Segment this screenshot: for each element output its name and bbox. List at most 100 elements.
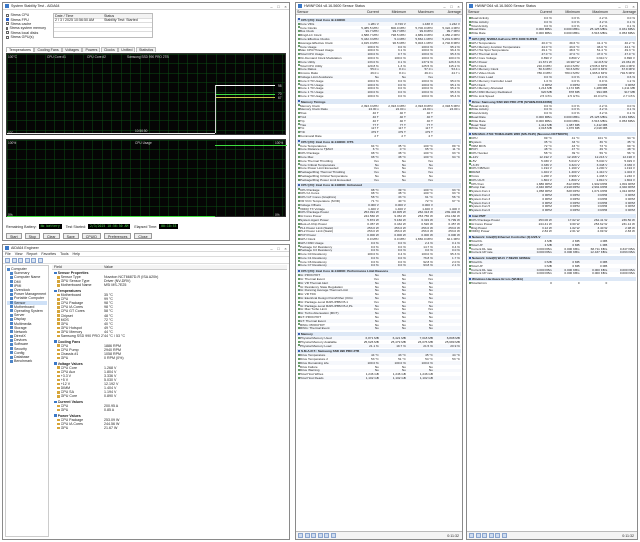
column-maximum[interactable]: Maximum xyxy=(407,10,434,14)
tab-unified[interactable]: Unified xyxy=(118,47,136,52)
sensor-row[interactable]: PCIe Link Speed 2.5 GT/s 2.5 GT/s 16.0 GT/s… xyxy=(468,94,636,98)
column-average[interactable]: Average xyxy=(435,10,462,14)
menu-view[interactable]: View xyxy=(15,252,23,256)
nav-right-icon[interactable] xyxy=(304,533,310,538)
sensor-row[interactable]: Core C7 Residency 0.0 % 0.0 % 93.8 % 2.1 % xyxy=(297,263,461,268)
settings-icon[interactable] xyxy=(488,533,494,538)
sensor-icon xyxy=(468,264,471,267)
tab-powers[interactable]: Powers xyxy=(82,47,101,52)
sensor-row[interactable]: Total Host Reads 1,102 GB 1,102 GB 1,102 GB xyxy=(297,376,461,380)
clear-button[interactable]: Clear xyxy=(43,233,60,239)
tab-statistics[interactable]: Statistics xyxy=(135,47,157,52)
started-value: 2/3/2025 10:56:50 AM xyxy=(87,224,131,229)
column-minimum[interactable]: Minimum xyxy=(380,10,407,14)
cpuid-button[interactable]: CPUID xyxy=(81,233,101,239)
close-icon[interactable] xyxy=(330,533,336,538)
tab-clocks[interactable]: Clocks xyxy=(100,47,118,52)
sensor-row[interactable]: Current UP rate 0.000 KB/s 0.000 KB/s 12.43… xyxy=(468,250,636,254)
reset-icon[interactable] xyxy=(324,533,329,538)
column-current[interactable]: Current xyxy=(525,10,553,14)
minimize-icon[interactable]: – xyxy=(616,4,623,9)
minimize-icon[interactable]: – xyxy=(268,246,275,251)
checkbox[interactable] xyxy=(6,22,9,26)
stop-button[interactable]: Stop xyxy=(24,233,40,239)
nav-right-icon[interactable] xyxy=(475,533,481,538)
column-average[interactable]: Average xyxy=(609,10,637,14)
checkbox[interactable] xyxy=(6,26,8,30)
column-maximum[interactable]: Maximum xyxy=(581,10,609,14)
close-icon[interactable] xyxy=(501,533,507,538)
close-icon[interactable]: × xyxy=(630,4,637,9)
close-icon[interactable]: × xyxy=(282,4,289,9)
back-icon[interactable] xyxy=(5,257,10,263)
menu-file[interactable]: File xyxy=(5,252,11,256)
sensor-row[interactable]: VDDQ Power 2.84 W 2.61 W 2.99 W 2.83 W xyxy=(468,229,636,233)
sensor-icon xyxy=(468,112,471,115)
maximize-icon[interactable]: □ xyxy=(275,246,282,251)
save-button[interactable]: Save xyxy=(62,233,79,239)
sensor-row[interactable]: Core 2 T0 Usage 100.0 % 0.0 % 100.0 % 95.4 % xyxy=(297,94,461,98)
maximize-icon[interactable]: □ xyxy=(623,4,630,9)
menu-report[interactable]: Report xyxy=(27,252,38,256)
section-icon xyxy=(54,362,57,365)
hwinfo1-sensor-list[interactable]: CPU [#0]: Intel Core i9-14900K Core VIDs 1… xyxy=(297,16,461,530)
user-icon[interactable] xyxy=(37,257,43,263)
sensor-icon xyxy=(297,327,300,330)
reset-icon[interactable] xyxy=(495,533,500,538)
hwinfo2-sensor-list[interactable]: Read Activity 0.0 % 0.0 % 2.2 % 0.0 % Write A… xyxy=(468,16,636,530)
up-icon[interactable] xyxy=(18,257,23,263)
checkbox[interactable] xyxy=(6,13,9,17)
sensor-icon xyxy=(297,68,300,71)
sensor-row[interactable]: Write Total 2,018 MB 1,976 MB 2,018 MB xyxy=(468,126,636,130)
sensor-row[interactable]: Write Rate 0.000 MB/s 0.000 MB/s 3.516 MB/s… xyxy=(468,31,636,35)
nav-left-icon[interactable] xyxy=(298,533,303,538)
sensor-row[interactable]: Physical Memory Load 21.1 % 19.7 % 21.5 % 20… xyxy=(297,344,461,348)
sensor-icon xyxy=(297,315,300,318)
sensor-icon xyxy=(57,306,60,309)
tree-item[interactable]: Benchmark xyxy=(7,359,47,363)
minimize-icon[interactable]: – xyxy=(268,4,275,9)
chip-icon xyxy=(297,184,300,187)
report-icon[interactable] xyxy=(31,257,36,263)
checkbox[interactable] xyxy=(6,35,9,39)
minimize-icon[interactable]: – xyxy=(441,4,448,9)
sensor-row[interactable]: Total Errors 0 0 0 xyxy=(468,281,636,285)
column-minimum[interactable]: Minimum xyxy=(553,10,581,14)
preferences-button[interactable]: Preferences xyxy=(103,233,132,239)
checkbox[interactable] xyxy=(6,18,9,22)
menu-tools[interactable]: Tools xyxy=(60,252,68,256)
refresh-icon[interactable] xyxy=(24,257,30,263)
report-icon[interactable] xyxy=(311,533,316,538)
stress-option[interactable]: Stress GPU(s) xyxy=(6,35,46,39)
close-icon[interactable]: × xyxy=(455,4,462,9)
column-current[interactable]: Current xyxy=(352,10,379,14)
battery-label: Remaining Battery: xyxy=(6,224,37,229)
close-icon[interactable]: × xyxy=(282,246,289,251)
column-sensor[interactable]: Sensor xyxy=(467,10,525,14)
sensor-icon xyxy=(297,300,300,303)
column-sensor[interactable]: Sensor xyxy=(296,10,352,14)
menu-help[interactable]: Help xyxy=(73,252,80,256)
tab-temperatures[interactable]: Temperatures xyxy=(6,47,34,52)
menu-favorites[interactable]: Favorites xyxy=(41,252,56,256)
sensor-row[interactable]: RING: Thermal Event No No No xyxy=(297,326,461,330)
sensor-row[interactable]: Package/Ring Power Limit Exceeded Yes No Ye… xyxy=(297,178,461,182)
sensor-row[interactable]: Command Rate 2 T 2 T 2 T xyxy=(297,134,461,138)
sensor-icon xyxy=(468,56,471,59)
sensor-row[interactable]: System Fan 6 0 RPM 0 RPM 0 RPM 0 RPM xyxy=(468,208,636,212)
maximize-icon[interactable]: □ xyxy=(448,4,455,9)
maximize-icon[interactable]: □ xyxy=(275,4,282,9)
report-icon[interactable] xyxy=(482,533,487,538)
forward-icon[interactable] xyxy=(11,257,17,263)
start-button[interactable]: Start xyxy=(6,233,22,239)
nav-left-icon[interactable] xyxy=(469,533,474,538)
sensor-icon xyxy=(297,79,300,82)
checkbox[interactable] xyxy=(6,31,9,35)
sensor-icon xyxy=(468,60,471,63)
close-button[interactable]: Close xyxy=(134,233,152,239)
settings-icon[interactable] xyxy=(317,533,323,538)
tab-cooling-fans[interactable]: Cooling Fans xyxy=(34,47,62,52)
tab-voltages[interactable]: Voltages xyxy=(62,47,82,52)
current-value: 0.0 % xyxy=(370,263,379,268)
sensor-row[interactable]: Current UP rate 0.000 KB/s 0.000 KB/s 0.000… xyxy=(468,271,636,275)
